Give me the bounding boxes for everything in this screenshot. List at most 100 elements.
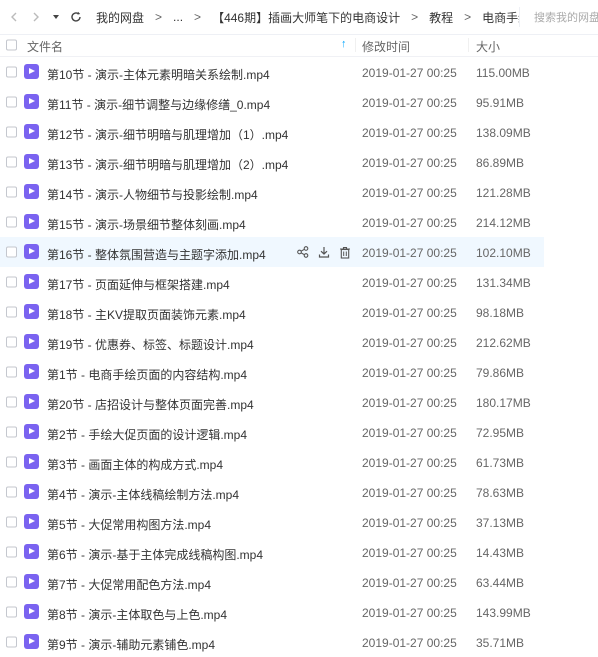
file-name[interactable]: 第9节 - 演示-辅助元素铺色.mp4 <box>47 636 215 653</box>
file-row[interactable]: 第2节 - 手绘大促页面的设计逻辑.mp4 2019-01-27 00:25 72.… <box>0 417 598 447</box>
file-modified-time: 2019-01-27 00:25 <box>362 66 457 80</box>
file-modified-time: 2019-01-27 00:25 <box>362 516 457 530</box>
file-name[interactable]: 第18节 - 主KV提取页面装饰元素.mp4 <box>47 306 246 323</box>
sort-up-icon[interactable]: ↑ <box>341 38 347 50</box>
file-name[interactable]: 第4节 - 演示-主体线稿绘制方法.mp4 <box>47 486 239 503</box>
file-name[interactable]: 第20节 - 店招设计与整体页面完善.mp4 <box>47 396 254 413</box>
delete-button[interactable] <box>338 244 352 260</box>
row-checkbox[interactable] <box>6 546 17 558</box>
file-modified-time: 2019-01-27 00:25 <box>362 606 457 620</box>
breadcrumb-item-illustration[interactable]: 电商手绘插画 <box>482 9 519 26</box>
refresh-button[interactable] <box>68 7 84 27</box>
file-row[interactable]: 第15节 - 演示-场景细节整体刻画.mp4 2019-01-27 00:25 21… <box>0 207 598 237</box>
column-header-filename[interactable]: 文件名 <box>27 38 63 55</box>
file-row[interactable]: 第17节 - 页面延伸与框架搭建.mp4 2019-01-27 00:25 131.… <box>0 267 598 297</box>
file-name[interactable]: 第5节 - 大促常用构图方法.mp4 <box>47 516 211 533</box>
select-all-checkbox[interactable] <box>6 39 17 51</box>
row-checkbox[interactable] <box>6 186 17 198</box>
row-checkbox[interactable] <box>6 216 17 228</box>
file-name[interactable]: 第7节 - 大促常用配色方法.mp4 <box>47 576 211 593</box>
column-header-modified[interactable]: 修改时间 <box>362 38 410 55</box>
file-size: 143.99MB <box>476 606 531 620</box>
row-checkbox[interactable] <box>6 426 17 438</box>
breadcrumb-separator: > <box>155 10 163 24</box>
video-file-icon <box>24 424 39 439</box>
row-checkbox[interactable] <box>6 276 17 288</box>
back-button[interactable] <box>6 7 22 27</box>
file-name[interactable]: 第8节 - 演示-主体取色与上色.mp4 <box>47 606 227 623</box>
row-checkbox[interactable] <box>6 516 17 528</box>
file-row[interactable]: 第13节 - 演示-细节明暗与肌理增加（2）.mp4 2019-01-27 00:… <box>0 147 598 177</box>
file-row[interactable]: 第18节 - 主KV提取页面装饰元素.mp4 2019-01-27 00:25 98… <box>0 297 598 327</box>
file-name[interactable]: 第11节 - 演示-细节调整与边缘修缮_0.mp4 <box>47 96 270 113</box>
file-name[interactable]: 第6节 - 演示-基于主体完成线稿构图.mp4 <box>47 546 263 563</box>
file-name[interactable]: 第17节 - 页面延伸与框架搭建.mp4 <box>47 276 230 293</box>
row-checkbox[interactable] <box>6 576 17 588</box>
file-modified-time: 2019-01-27 00:25 <box>362 396 457 410</box>
file-row[interactable]: 第1节 - 电商手绘页面的内容结构.mp4 2019-01-27 00:25 79.… <box>0 357 598 387</box>
row-checkbox[interactable] <box>6 606 17 618</box>
file-row[interactable]: 第14节 - 演示-人物细节与投影绘制.mp4 2019-01-27 00:25 1… <box>0 177 598 207</box>
file-row[interactable]: 第19节 - 优惠券、标签、标题设计.mp4 2019-01-27 00:25 21… <box>0 327 598 357</box>
file-row[interactable]: 第4节 - 演示-主体线稿绘制方法.mp4 2019-01-27 00:25 78.… <box>0 477 598 507</box>
row-checkbox[interactable] <box>6 456 17 468</box>
row-checkbox[interactable] <box>6 486 17 498</box>
video-file-icon <box>24 484 39 499</box>
file-modified-time: 2019-01-27 00:25 <box>362 546 457 560</box>
file-row[interactable]: 第7节 - 大促常用配色方法.mp4 2019-01-27 00:25 63.44M… <box>0 567 598 597</box>
file-row[interactable]: 第12节 - 演示-细节明暗与肌理增加（1）.mp4 2019-01-27 00:… <box>0 117 598 147</box>
video-file-icon <box>24 184 39 199</box>
forward-button[interactable] <box>28 7 44 27</box>
share-button[interactable] <box>296 244 310 260</box>
row-checkbox[interactable] <box>6 96 17 108</box>
row-checkbox[interactable] <box>6 306 17 318</box>
row-checkbox[interactable] <box>6 156 17 168</box>
file-name[interactable]: 第3节 - 画面主体的构成方式.mp4 <box>47 456 223 473</box>
file-name[interactable]: 第16节 - 整体氛围营造与主题字添加.mp4 <box>47 246 266 263</box>
file-name[interactable]: 第12节 - 演示-细节明暗与肌理增加（1）.mp4 <box>47 126 288 143</box>
video-file-icon <box>24 214 39 229</box>
file-name[interactable]: 第14节 - 演示-人物细节与投影绘制.mp4 <box>47 186 258 203</box>
row-checkbox[interactable] <box>6 126 17 138</box>
file-modified-time: 2019-01-27 00:25 <box>362 276 457 290</box>
row-checkbox[interactable] <box>6 336 17 348</box>
file-list-header: 文件名 ↑ 修改时间 大小 <box>0 34 598 57</box>
file-row[interactable]: 第5节 - 大促常用构图方法.mp4 2019-01-27 00:25 37.13M… <box>0 507 598 537</box>
file-name[interactable]: 第10节 - 演示-主体元素明暗关系绘制.mp4 <box>47 66 270 83</box>
column-header-size[interactable]: 大小 <box>476 38 500 55</box>
row-checkbox[interactable] <box>6 66 17 78</box>
file-row[interactable]: 第9节 - 演示-辅助元素铺色.mp4 2019-01-27 00:25 35.71… <box>0 627 598 657</box>
file-row[interactable]: 第11节 - 演示-细节调整与边缘修缮_0.mp4 2019-01-27 00:2… <box>0 87 598 117</box>
file-row[interactable]: 第16节 - 整体氛围营造与主题字添加.mp4 2019-01-27 00:25 1… <box>0 237 544 267</box>
file-name[interactable]: 第19节 - 优惠券、标签、标题设计.mp4 <box>47 336 254 353</box>
download-button[interactable] <box>317 244 331 260</box>
file-size: 35.71MB <box>476 636 525 650</box>
file-name[interactable]: 第15节 - 演示-场景细节整体刻画.mp4 <box>47 216 246 233</box>
row-checkbox[interactable] <box>6 246 17 258</box>
file-row[interactable]: 第8节 - 演示-主体取色与上色.mp4 2019-01-27 00:25 143.… <box>0 597 598 627</box>
search-input[interactable]: 搜索我的网盘 <box>519 7 598 27</box>
file-size: 61.73MB <box>476 456 525 470</box>
breadcrumb-item-tutorial[interactable]: 教程 <box>429 9 453 26</box>
share-icon <box>297 246 309 258</box>
file-modified-time: 2019-01-27 00:25 <box>362 486 457 500</box>
breadcrumb-item-course[interactable]: 【446期】插画大师笔下的电商设计 <box>212 9 400 26</box>
file-row[interactable]: 第3节 - 画面主体的构成方式.mp4 2019-01-27 00:25 61.73… <box>0 447 598 477</box>
history-dropdown-button[interactable] <box>48 7 64 27</box>
row-checkbox[interactable] <box>6 396 17 408</box>
file-name[interactable]: 第2节 - 手绘大促页面的设计逻辑.mp4 <box>47 426 247 443</box>
breadcrumb-item-my-drive[interactable]: 我的网盘 <box>96 9 144 26</box>
file-row[interactable]: 第6节 - 演示-基于主体完成线稿构图.mp4 2019-01-27 00:25 1… <box>0 537 598 567</box>
breadcrumb-item-ellipsis[interactable]: ... <box>173 10 183 24</box>
file-modified-time: 2019-01-27 00:25 <box>362 456 457 470</box>
breadcrumb-separator: > <box>194 10 202 24</box>
file-row[interactable]: 第10节 - 演示-主体元素明暗关系绘制.mp4 2019-01-27 00:25… <box>0 57 598 87</box>
file-row[interactable]: 第20节 - 店招设计与整体页面完善.mp4 2019-01-27 00:25 18… <box>0 387 598 417</box>
row-checkbox[interactable] <box>6 366 17 378</box>
row-checkbox[interactable] <box>6 636 17 648</box>
file-name[interactable]: 第13节 - 演示-细节明暗与肌理增加（2）.mp4 <box>47 156 288 173</box>
file-modified-time: 2019-01-27 00:25 <box>362 366 457 380</box>
column-divider <box>355 38 356 52</box>
breadcrumb-separator: > <box>411 10 419 24</box>
file-name[interactable]: 第1节 - 电商手绘页面的内容结构.mp4 <box>47 366 247 383</box>
